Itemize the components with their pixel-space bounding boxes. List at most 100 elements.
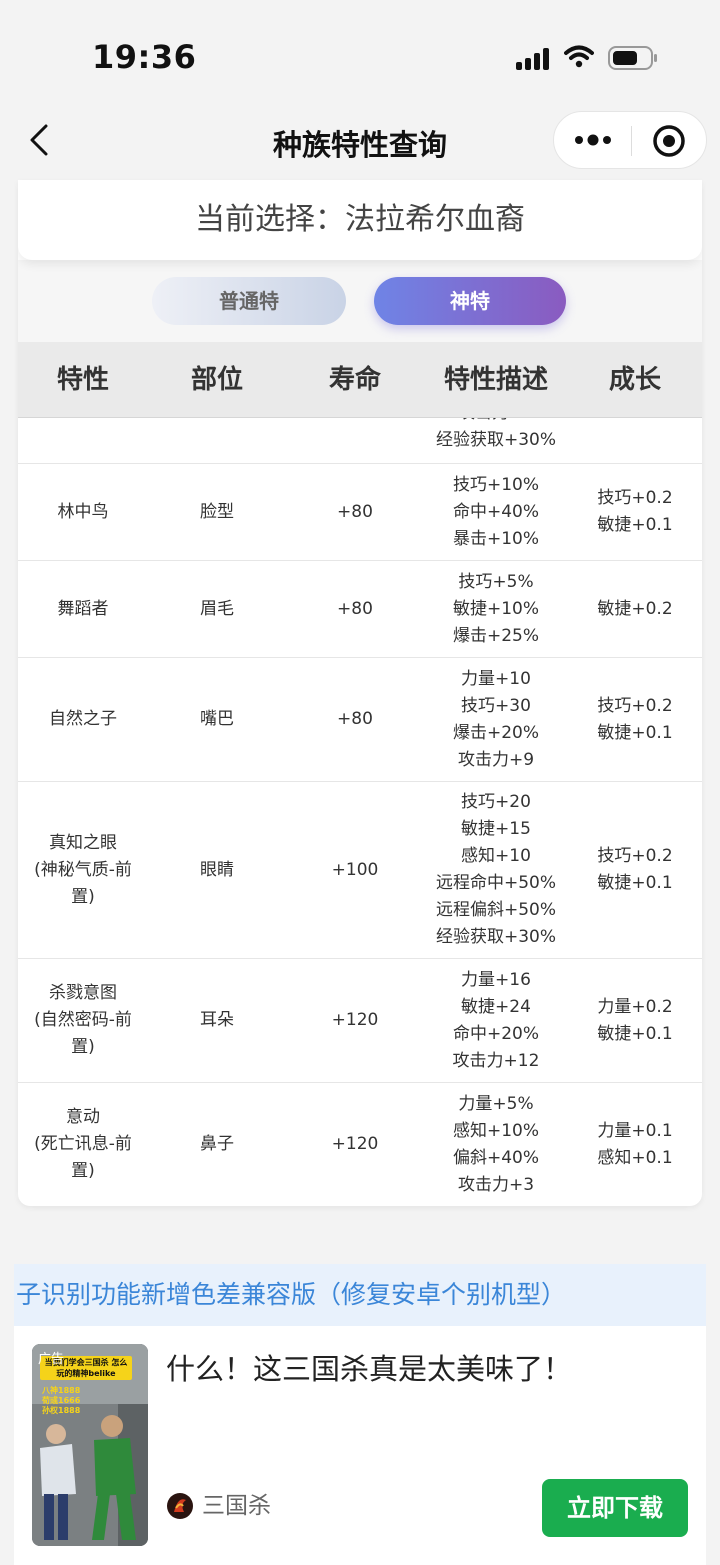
part-cell: 眉毛	[200, 598, 234, 619]
part-cell: 眼睛	[200, 859, 234, 880]
growth-line: 感知+0.1	[597, 1147, 673, 1168]
trait-cell: 舞蹈者	[18, 561, 148, 657]
ad-brand-name: 三国杀	[202, 1493, 271, 1519]
status-bar: 19:36	[0, 0, 720, 110]
trait-prereq: (死亡讯息-前	[34, 1134, 132, 1154]
growth-cell: 技巧+0.2 敏捷+0.1	[568, 782, 702, 958]
lifespan-cell: +80	[337, 709, 373, 729]
desc-line: 远程偏斜+50%	[435, 900, 557, 920]
lifespan-cell: +100	[331, 859, 379, 880]
desc-line: 敏捷+15	[461, 819, 531, 839]
header-growth: 成长	[608, 365, 661, 395]
growth-cell: 技巧+0.2 敏捷+0.1	[568, 658, 702, 781]
growth-cell: 技巧+0.2 敏捷+0.1	[568, 464, 702, 560]
desc-cell: 技巧+20 敏捷+15 感知+10 远程命中+50% 远程偏斜+50% 经验获取…	[424, 782, 568, 958]
more-dots-icon[interactable]	[574, 130, 612, 150]
trait-name: 林中鸟	[57, 501, 109, 522]
notice-banner[interactable]: 子识别功能新增色差兼容版（修复安卓个别机型）	[14, 1264, 706, 1326]
trait-cell: 真知之眼 (神秘气质-前 置)	[18, 782, 148, 958]
tab-bar: 普通特 神特	[18, 260, 702, 342]
trait-prereq: 置)	[71, 886, 95, 907]
ad-thumbnail-sub-line: 八神1888	[42, 1386, 81, 1395]
download-button[interactable]: 立即下载	[542, 1479, 688, 1537]
desc-line: 经验获取+30%	[435, 927, 557, 947]
desc-line: 命中+40%	[452, 501, 540, 522]
part-cell: 嘴巴	[200, 709, 234, 729]
desc-line: 偏斜+40%	[452, 1147, 540, 1168]
desc-cell: 力量+10 技巧+30 爆击+20% 攻击力+9	[424, 658, 568, 781]
desc-line: 感知+10	[461, 846, 531, 866]
trait-name: 真知之眼	[49, 832, 117, 853]
trait-prereq: 置)	[71, 1161, 95, 1181]
ad-card[interactable]: 广告 当我们学会三国杀 怎么玩的精神belike 八神1888 荀彧1666 孙…	[14, 1326, 706, 1565]
desc-line: 技巧+5%	[458, 571, 534, 592]
ad-title[interactable]: 什么！这三国杀真是太美味了！	[166, 1346, 572, 1388]
growth-line: 敏捷+0.1	[597, 515, 673, 535]
tab-normal-trait[interactable]: 普通特	[152, 277, 346, 325]
table-body[interactable]: 攻击力+9 经验获取+30% 林中鸟 脸型 +80 技巧+10% 命中+40% …	[18, 418, 702, 1206]
ad-thumbnail-sub-line: 荀彧1666	[42, 1396, 81, 1405]
desc-line: 敏捷+24	[461, 996, 531, 1017]
desc-line: 力量+16	[461, 969, 531, 990]
growth-line: 技巧+0.2	[597, 695, 673, 716]
trait-name: 自然之子	[49, 709, 117, 729]
table-header: 特性 部位 寿命 特性描述 成长	[18, 342, 702, 418]
growth-line: 敏捷+0.1	[597, 873, 673, 893]
wifi-icon	[564, 45, 594, 68]
game-logo-icon	[167, 1493, 193, 1519]
trait-name: 意动	[66, 1107, 100, 1127]
desc-line: 爆击+20%	[452, 722, 540, 743]
growth-line: 力量+0.1	[597, 1120, 673, 1141]
desc-cell: 攻击力+9 经验获取+30%	[424, 418, 568, 463]
trait-prereq: (自然密码-前	[34, 1010, 132, 1030]
desc-line: 感知+10%	[452, 1120, 540, 1141]
lifespan-cell: +120	[331, 1134, 379, 1154]
trait-name: 杀戮意图	[49, 983, 117, 1003]
header-trait: 特性	[56, 365, 109, 395]
tab-divine-trait[interactable]: 神特	[374, 277, 566, 325]
header-description: 特性描述	[443, 365, 548, 395]
desc-line: 暴击+10%	[452, 528, 540, 549]
notice-text: 子识别功能新增色差兼容版（修复安卓个别机型）	[16, 1280, 567, 1309]
main-content: 当前选择：法拉希尔血裔 普通特 神特 特性 部位 寿命 特性描述 成长 攻击力+…	[18, 180, 702, 1206]
growth-line: 技巧+0.2	[597, 846, 673, 866]
table-row: 意动 (死亡讯息-前 置) 鼻子 +120 力量+5% 感知+10% 偏斜+40…	[18, 1083, 702, 1206]
trait-prereq: 置)	[71, 1037, 95, 1057]
part-cell: 鼻子	[200, 1134, 234, 1154]
status-time: 19:36	[92, 38, 197, 76]
trait-cell: 意动 (死亡讯息-前 置)	[18, 1083, 148, 1206]
desc-line: 远程命中+50%	[435, 873, 557, 893]
growth-line: 敏捷+0.2	[597, 598, 673, 619]
desc-line: 经验获取+30%	[435, 430, 557, 450]
mini-program-capsule	[553, 111, 707, 169]
growth-line: 敏捷+0.1	[597, 722, 673, 743]
desc-line: 攻击力+3	[457, 1174, 535, 1195]
growth-line: 力量+0.2	[597, 996, 673, 1017]
close-target-icon[interactable]	[652, 124, 686, 158]
ad-thumbnail[interactable]: 广告 当我们学会三国杀 怎么玩的精神belike 八神1888 荀彧1666 孙…	[32, 1344, 148, 1546]
growth-cell: 力量+0.2 敏捷+0.1	[568, 959, 702, 1082]
desc-cell: 技巧+5% 敏捷+10% 爆击+25%	[424, 561, 568, 657]
trait-name: 舞蹈者	[57, 598, 109, 619]
growth-line: 技巧+0.2	[597, 488, 673, 508]
desc-line: 力量+10	[461, 668, 531, 689]
growth-line: 敏捷+0.1	[597, 1023, 673, 1044]
capsule-divider	[631, 126, 632, 156]
desc-line: 技巧+20	[461, 792, 531, 812]
desc-cell: 力量+5% 感知+10% 偏斜+40% 攻击力+3	[424, 1083, 568, 1206]
part-cell: 脸型	[200, 501, 234, 522]
ad-thumbnail-sub-line: 孙权1888	[42, 1406, 81, 1415]
trait-prereq: (神秘气质-前	[34, 859, 132, 880]
desc-line: 爆击+25%	[452, 625, 540, 646]
trait-cell: 林中鸟	[18, 464, 148, 560]
table-row: 自然之子 嘴巴 +80 力量+10 技巧+30 爆击+20% 攻击力+9 技巧+…	[18, 658, 702, 782]
ad-tag: 广告	[38, 1352, 65, 1367]
table-row: 真知之眼 (神秘气质-前 置) 眼睛 +100 技巧+20 敏捷+15 感知+1…	[18, 782, 702, 959]
table-row: 舞蹈者 眉毛 +80 技巧+5% 敏捷+10% 爆击+25% 敏捷+0.2	[18, 561, 702, 658]
header-part: 部位	[190, 365, 243, 395]
lifespan-cell: +80	[337, 501, 373, 522]
trait-cell: 自然之子	[18, 658, 148, 781]
trait-cell: 杀戮意图 (自然密码-前 置)	[18, 959, 148, 1082]
part-cell: 耳朵	[200, 1010, 234, 1030]
table-row: 攻击力+9 经验获取+30%	[18, 418, 702, 464]
